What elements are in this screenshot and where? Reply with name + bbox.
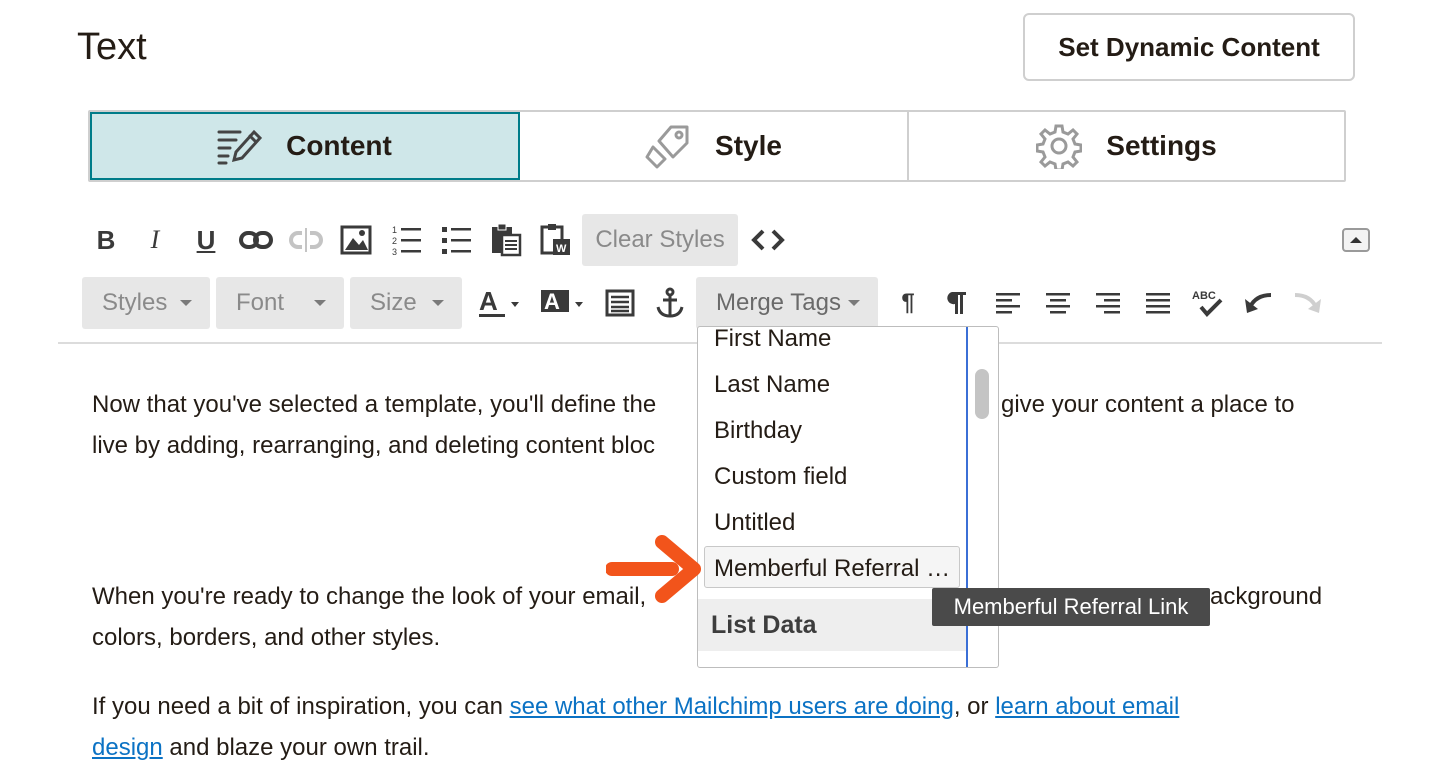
svg-text:W: W bbox=[556, 243, 567, 255]
menu-item-birthday[interactable]: Birthday bbox=[714, 417, 802, 445]
edit-lines-icon bbox=[217, 129, 263, 165]
chevron-down-icon bbox=[432, 300, 444, 306]
arrow-right-icon bbox=[606, 535, 701, 603]
anchor-icon[interactable] bbox=[652, 283, 688, 323]
paragraph-3-line-1: If you need a bit of inspiration, you ca… bbox=[92, 686, 1179, 727]
background-color-icon[interactable]: A bbox=[538, 283, 588, 323]
paragraph-3-suffix: and blaze your own trail. bbox=[162, 734, 430, 761]
editor-tabs: Content Style Settings bbox=[88, 110, 1346, 182]
chevron-down-icon bbox=[180, 300, 192, 306]
tab-content-label: Content bbox=[286, 130, 392, 161]
tab-settings[interactable]: Settings bbox=[909, 112, 1344, 180]
align-right-icon[interactable] bbox=[1090, 283, 1126, 323]
numbered-list-icon[interactable]: 123 bbox=[388, 220, 424, 260]
email-design-link-cont[interactable]: design bbox=[92, 734, 163, 761]
font-dropdown-label: Font bbox=[236, 289, 285, 316]
tab-style-label: Style bbox=[715, 130, 782, 161]
svg-text:2: 2 bbox=[392, 236, 397, 246]
undo-icon[interactable] bbox=[1240, 283, 1276, 323]
email-design-link[interactable]: learn about email bbox=[995, 693, 1179, 720]
panel-title: Text bbox=[77, 26, 147, 68]
paint-tag-icon bbox=[645, 125, 689, 169]
align-left-icon[interactable] bbox=[990, 283, 1026, 323]
menu-scrollbar[interactable] bbox=[975, 369, 989, 419]
size-dropdown-label: Size bbox=[370, 289, 417, 316]
paste-word-icon[interactable]: W bbox=[538, 220, 574, 260]
redo-icon[interactable] bbox=[1290, 283, 1326, 323]
svg-text:A: A bbox=[479, 287, 498, 316]
spellcheck-icon[interactable]: ABC bbox=[1190, 283, 1226, 323]
merge-tags-dropdown[interactable]: Merge Tags bbox=[696, 277, 878, 329]
clear-styles-button[interactable]: Clear Styles bbox=[582, 214, 738, 266]
menu-item-first-name[interactable]: First Name bbox=[714, 327, 831, 353]
svg-text:A: A bbox=[544, 289, 560, 314]
mailchimp-users-link[interactable]: see what other Mailchimp users are doing bbox=[510, 693, 954, 720]
menu-item-custom-field[interactable]: Custom field bbox=[714, 463, 847, 491]
image-icon[interactable] bbox=[338, 220, 374, 260]
paste-icon[interactable] bbox=[488, 220, 524, 260]
paragraph-3-mid: , or bbox=[953, 693, 996, 720]
tab-content[interactable]: Content bbox=[90, 112, 520, 180]
bold-icon[interactable]: B bbox=[88, 220, 124, 260]
paragraph-3-line-2: design and blaze your own trail. bbox=[92, 727, 430, 768]
paragraph-2-line-2: colors, borders, and other styles. bbox=[92, 624, 441, 651]
gear-icon bbox=[1036, 124, 1083, 169]
svg-text:1: 1 bbox=[392, 225, 397, 235]
paragraph-2-line-1-end: ackground bbox=[1210, 583, 1323, 610]
code-icon[interactable] bbox=[750, 220, 786, 260]
paragraph-2-line-1: When you're ready to change the look of … bbox=[92, 583, 647, 610]
size-dropdown[interactable]: Size bbox=[350, 277, 462, 329]
chevron-down-icon bbox=[314, 300, 326, 306]
underline-icon[interactable]: U bbox=[188, 220, 224, 260]
tab-settings-label: Settings bbox=[1106, 130, 1217, 161]
text-color-icon[interactable]: A bbox=[476, 283, 526, 323]
menu-item-last-name[interactable]: Last Name bbox=[714, 371, 830, 399]
paragraph-1-line-1-end: give your content a place to bbox=[1001, 391, 1295, 418]
paragraph-1-line-2: live by adding, rearranging, and deletin… bbox=[92, 432, 656, 459]
styles-dropdown-label: Styles bbox=[102, 289, 168, 316]
merge-tags-list: First Name Last Name Birthday Custom fie… bbox=[698, 327, 968, 667]
merge-tags-label: Merge Tags bbox=[716, 289, 841, 316]
link-icon[interactable] bbox=[238, 220, 274, 260]
chevron-down-icon bbox=[848, 300, 860, 306]
tab-style[interactable]: Style bbox=[520, 112, 909, 180]
align-center-icon[interactable] bbox=[1040, 283, 1076, 323]
font-dropdown[interactable]: Font bbox=[216, 277, 344, 329]
bulleted-list-icon[interactable] bbox=[438, 220, 474, 260]
menu-item-untitled[interactable]: Untitled bbox=[714, 509, 795, 537]
italic-icon[interactable]: I bbox=[137, 220, 173, 260]
ltr-icon[interactable]: ¶ bbox=[890, 283, 926, 323]
svg-text:3: 3 bbox=[392, 247, 397, 255]
menu-item-memberful-referral[interactable]: Memberful Referral … bbox=[714, 555, 950, 583]
collapse-up-icon[interactable] bbox=[1342, 228, 1370, 252]
spellcheck-label: ABC bbox=[1192, 290, 1216, 302]
styles-dropdown[interactable]: Styles bbox=[82, 277, 210, 329]
unlink-icon[interactable] bbox=[288, 220, 324, 260]
block-icon[interactable] bbox=[602, 283, 638, 323]
rtl-icon[interactable] bbox=[940, 283, 976, 323]
paragraph-3-prefix: If you need a bit of inspiration, you ca… bbox=[92, 693, 510, 720]
menu-section-list-data: List Data bbox=[698, 599, 966, 651]
paragraph-1-line-1: Now that you've selected a template, you… bbox=[92, 391, 657, 418]
set-dynamic-content-button[interactable]: Set Dynamic Content bbox=[1023, 13, 1355, 81]
justify-icon[interactable] bbox=[1140, 283, 1176, 323]
tooltip: Memberful Referral Link bbox=[932, 588, 1210, 626]
